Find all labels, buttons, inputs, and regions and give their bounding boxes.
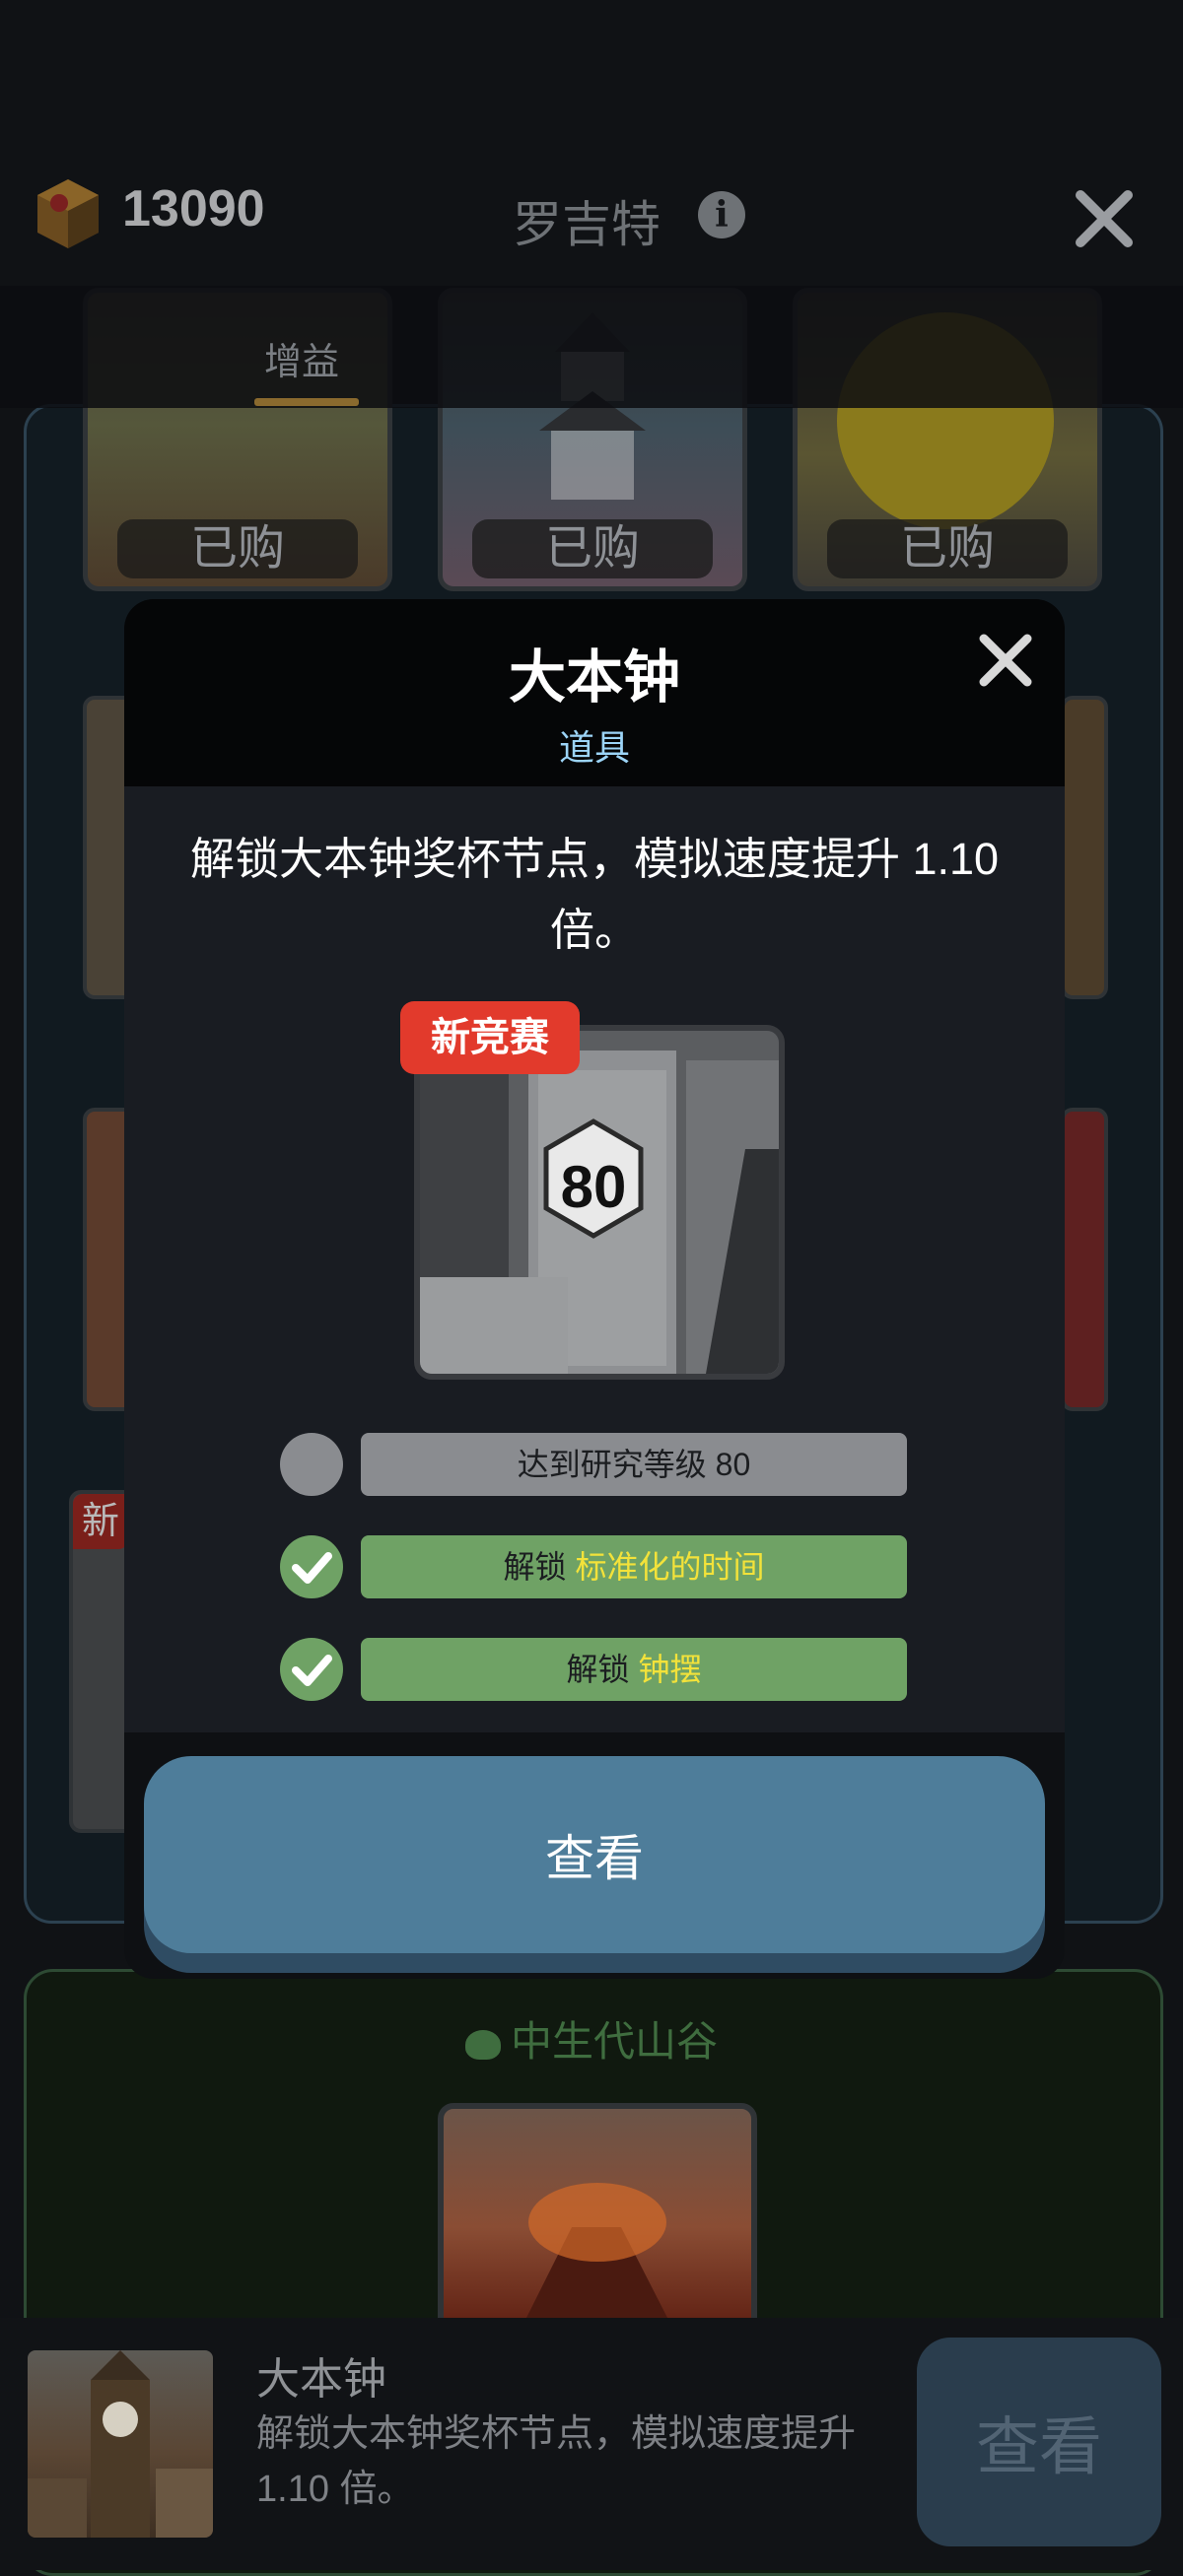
check-icon: [280, 1535, 343, 1598]
bottom-description: 解锁大本钟奖杯节点，模拟速度提升 1.10 倍。: [256, 2413, 857, 2510]
coin-count: 13090: [122, 180, 265, 237]
pending-circle-icon: [280, 1433, 343, 1496]
check-icon: [280, 1638, 343, 1701]
requirement-unlock-standard-time: 解锁 标准化的时间: [361, 1535, 907, 1598]
requirement-research-level: 达到研究等级 80: [361, 1433, 907, 1496]
page-title: 罗吉特: [513, 197, 661, 252]
new-competition-badge: 新竞赛: [400, 1001, 580, 1074]
new-badge: 新: [73, 1494, 128, 1549]
big-ben-thumbnail: [28, 2350, 213, 2538]
close-icon[interactable]: [974, 629, 1037, 692]
requirement-unlock-pendulum: 解锁 钟摆: [361, 1638, 907, 1701]
owned-label: 已购: [827, 519, 1068, 578]
close-icon[interactable]: [1065, 179, 1144, 258]
owned-label: 已购: [472, 519, 713, 578]
view-button[interactable]: 查看: [144, 1756, 1045, 1953]
bottom-title: 大本钟: [256, 2355, 386, 2404]
modal-title: 大本钟: [508, 645, 680, 710]
info-icon[interactable]: i: [698, 191, 745, 238]
dino-icon: [464, 2029, 501, 2060]
item-card[interactable]: [1061, 1108, 1108, 1411]
region-title: 中生代山谷: [0, 2008, 1183, 2068]
modal-description: 解锁大本钟奖杯节点，模拟速度提升 1.10 倍。: [189, 834, 1000, 955]
research-level: 80: [560, 1154, 627, 1220]
modal-subtitle: 道具: [558, 727, 630, 768]
coin-icon: [30, 175, 106, 252]
tab-boost[interactable]: 增益: [264, 331, 339, 385]
tabs-bar: [0, 286, 1183, 408]
tab-active-indicator: [254, 398, 359, 406]
owned-label: 已购: [117, 519, 358, 578]
bottom-view-button[interactable]: 查看: [917, 2338, 1161, 2546]
item-card[interactable]: [1061, 696, 1108, 999]
